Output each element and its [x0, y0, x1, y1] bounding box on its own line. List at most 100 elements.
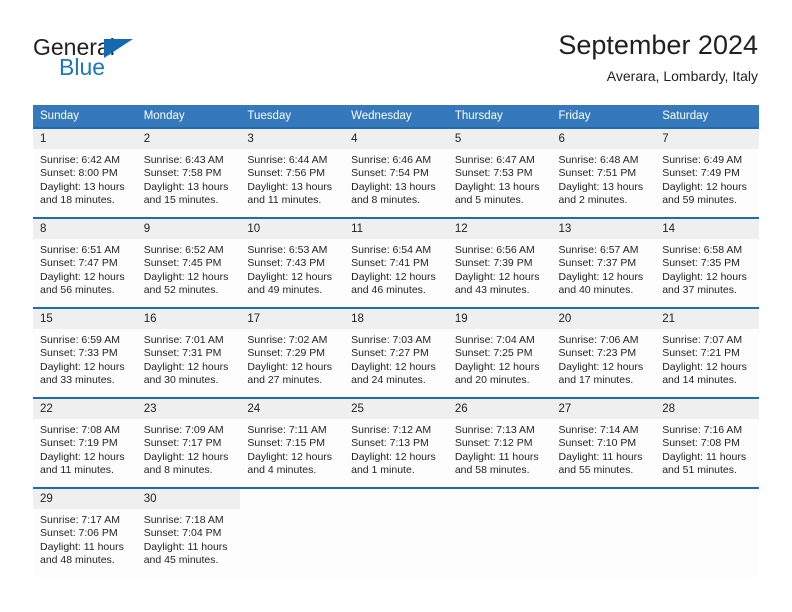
daylight-duration-line2: and 43 minutes.: [454, 284, 530, 297]
sunset-time: Sunset: 7:35 PM: [662, 257, 740, 270]
day-details: Sunrise: 6:46 AM Sunset: 7:54 PM Daylight:…: [344, 149, 448, 208]
daylight-duration-line1: Daylight: 13 hours: [558, 180, 644, 193]
calendar-day-cell[interactable]: 1 Sunrise: 6:42 AM Sunset: 8:00 PM Daylight…: [33, 127, 137, 218]
day-details: Sunrise: 7:04 AM Sunset: 7:25 PM Daylight:…: [448, 329, 552, 388]
calendar-day-cell[interactable]: 4 Sunrise: 6:46 AM Sunset: 7:54 PM Daylight…: [344, 127, 448, 218]
day-number: 21: [655, 309, 759, 329]
calendar-day-cell[interactable]: 16 Sunrise: 7:01 AM Sunset: 7:31 PM Dayligh…: [136, 307, 241, 398]
calendar-page: General Blue September 2024 Averara, Lom…: [0, 0, 792, 612]
daylight-duration-line1: Daylight: 13 hours: [454, 180, 540, 193]
calendar-day-cell[interactable]: 28 Sunrise: 7:16 AM Sunset: 7:08 PM Dayligh…: [655, 397, 759, 488]
calendar-day-cell[interactable]: 27 Sunrise: 7:14 AM Sunset: 7:10 PM Dayligh…: [551, 397, 656, 488]
daylight-duration-line2: and 40 minutes.: [558, 284, 634, 297]
weekday-header-row: Sunday Monday Tuesday Wednesday Thursday…: [33, 105, 759, 128]
calendar-day-cell[interactable]: 12 Sunrise: 6:56 AM Sunset: 7:39 PM Dayligh…: [447, 217, 552, 308]
sunrise-time: Sunrise: 7:04 AM: [454, 334, 535, 346]
calendar-day-cell[interactable]: 29 Sunrise: 7:17 AM Sunset: 7:06 PM Dayligh…: [33, 487, 137, 577]
daylight-duration-line1: Daylight: 13 hours: [247, 180, 333, 193]
calendar-day-cell[interactable]: 21 Sunrise: 7:07 AM Sunset: 7:21 PM Dayligh…: [655, 307, 759, 398]
day-number: 6: [551, 129, 656, 149]
daylight-duration-line1: Daylight: 12 hours: [247, 450, 333, 463]
sunset-time: Sunset: 7:06 PM: [40, 527, 118, 540]
weekday-header-saturday: Saturday: [655, 105, 759, 128]
sunrise-time: Sunrise: 7:12 AM: [351, 424, 432, 436]
calendar-day-cell[interactable]: 30 Sunrise: 7:18 AM Sunset: 7:04 PM Dayligh…: [136, 487, 241, 577]
sunset-time: Sunset: 7:41 PM: [351, 257, 429, 270]
calendar-day-cell[interactable]: 5 Sunrise: 6:47 AM Sunset: 7:53 PM Daylight…: [447, 127, 552, 218]
calendar-day-cell[interactable]: 24 Sunrise: 7:11 AM Sunset: 7:15 PM Dayligh…: [240, 397, 345, 488]
brand-logo[interactable]: General Blue: [33, 34, 243, 84]
daylight-duration-line1: Daylight: 11 hours: [662, 450, 747, 463]
calendar-day-cell[interactable]: 11 Sunrise: 6:54 AM Sunset: 7:41 PM Dayligh…: [344, 217, 448, 308]
sunset-time: Sunset: 7:51 PM: [558, 167, 637, 180]
calendar-day-cell[interactable]: 10 Sunrise: 6:53 AM Sunset: 7:43 PM Dayligh…: [240, 217, 345, 308]
calendar-day-cell-empty: [240, 487, 345, 577]
day-number: [552, 489, 656, 497]
calendar-week-row: 1 Sunrise: 6:42 AM Sunset: 8:00 PM Daylight…: [33, 127, 759, 218]
calendar-day-cell[interactable]: 7 Sunrise: 6:49 AM Sunset: 7:49 PM Daylight…: [655, 127, 759, 218]
daylight-duration-line1: Daylight: 13 hours: [143, 180, 229, 193]
calendar-week-row: 29 Sunrise: 7:17 AM Sunset: 7:06 PM Dayligh…: [33, 487, 759, 577]
weekday-header-sunday: Sunday: [33, 105, 137, 128]
day-number: 2: [136, 129, 241, 149]
sunrise-time: Sunrise: 7:06 AM: [558, 334, 639, 346]
sunrise-time: Sunrise: 6:56 AM: [454, 244, 535, 256]
day-number: [240, 489, 344, 497]
calendar-day-cell[interactable]: 26 Sunrise: 7:13 AM Sunset: 7:12 PM Dayligh…: [447, 397, 552, 488]
day-number: 23: [136, 399, 241, 419]
day-details: Sunrise: 6:53 AM Sunset: 7:43 PM Daylight:…: [240, 239, 344, 298]
day-number: 13: [551, 219, 656, 239]
calendar-day-cell[interactable]: 6 Sunrise: 6:48 AM Sunset: 7:51 PM Daylight…: [551, 127, 656, 218]
calendar-day-cell[interactable]: 17 Sunrise: 7:02 AM Sunset: 7:29 PM Dayligh…: [240, 307, 345, 398]
sunset-time: Sunset: 7:27 PM: [351, 347, 429, 360]
daylight-duration-line1: Daylight: 12 hours: [143, 360, 229, 373]
daylight-duration-line2: and 33 minutes.: [40, 374, 115, 387]
calendar-day-cell[interactable]: 2 Sunrise: 6:43 AM Sunset: 7:58 PM Daylight…: [136, 127, 241, 218]
calendar-day-cell[interactable]: 20 Sunrise: 7:06 AM Sunset: 7:23 PM Dayligh…: [551, 307, 656, 398]
daylight-duration-line1: Daylight: 11 hours: [40, 540, 124, 553]
daylight-duration-line1: Daylight: 13 hours: [40, 180, 125, 193]
day-number: [448, 489, 552, 497]
calendar-day-cell[interactable]: 8 Sunrise: 6:51 AM Sunset: 7:47 PM Daylight…: [33, 217, 137, 308]
sunrise-time: Sunrise: 6:46 AM: [351, 154, 432, 166]
calendar-day-cell[interactable]: 22 Sunrise: 7:08 AM Sunset: 7:19 PM Dayligh…: [33, 397, 137, 488]
weekday-header-wednesday: Wednesday: [344, 105, 448, 128]
day-number: 15: [33, 309, 137, 329]
calendar-day-cell[interactable]: 23 Sunrise: 7:09 AM Sunset: 7:17 PM Dayligh…: [136, 397, 241, 488]
daylight-duration-line2: and 1 minute.: [351, 464, 415, 477]
sunrise-time: Sunrise: 6:49 AM: [662, 154, 743, 166]
calendar-day-cell[interactable]: 19 Sunrise: 7:04 AM Sunset: 7:25 PM Dayligh…: [447, 307, 552, 398]
day-number: 4: [344, 129, 448, 149]
day-details: Sunrise: 7:18 AM Sunset: 7:04 PM Daylight:…: [137, 509, 241, 568]
daylight-duration-line2: and 17 minutes.: [558, 374, 634, 387]
calendar-day-cell[interactable]: 13 Sunrise: 6:57 AM Sunset: 7:37 PM Dayligh…: [551, 217, 656, 308]
sunset-time: Sunset: 7:53 PM: [454, 167, 533, 180]
sunrise-time: Sunrise: 6:48 AM: [558, 154, 639, 166]
daylight-duration-line2: and 18 minutes.: [40, 194, 115, 207]
daylight-duration-line1: Daylight: 12 hours: [351, 360, 436, 373]
sunrise-time: Sunrise: 6:58 AM: [662, 244, 743, 256]
calendar-day-cell[interactable]: 14 Sunrise: 6:58 AM Sunset: 7:35 PM Dayligh…: [655, 217, 759, 308]
daylight-duration-line1: Daylight: 12 hours: [454, 360, 540, 373]
daylight-duration-line2: and 52 minutes.: [143, 284, 219, 297]
sunset-time: Sunset: 7:56 PM: [247, 167, 326, 180]
calendar-day-cell[interactable]: 25 Sunrise: 7:12 AM Sunset: 7:13 PM Dayligh…: [344, 397, 448, 488]
day-details: Sunrise: 7:01 AM Sunset: 7:31 PM Daylight:…: [137, 329, 241, 388]
sunrise-time: Sunrise: 6:47 AM: [454, 154, 535, 166]
day-number: 20: [551, 309, 656, 329]
daylight-duration-line1: Daylight: 12 hours: [558, 360, 644, 373]
calendar-day-cell[interactable]: 18 Sunrise: 7:03 AM Sunset: 7:27 PM Dayligh…: [344, 307, 448, 398]
sunset-time: Sunset: 7:17 PM: [143, 437, 222, 450]
sunrise-time: Sunrise: 6:51 AM: [40, 244, 120, 256]
calendar-day-cell[interactable]: 9 Sunrise: 6:52 AM Sunset: 7:45 PM Daylight…: [136, 217, 241, 308]
calendar-day-cell[interactable]: 3 Sunrise: 6:44 AM Sunset: 7:56 PM Daylight…: [240, 127, 345, 218]
day-number: 3: [240, 129, 345, 149]
day-number: 14: [655, 219, 759, 239]
sunrise-time: Sunrise: 7:03 AM: [351, 334, 432, 346]
sunrise-time: Sunrise: 7:11 AM: [247, 424, 327, 436]
calendar-day-cell[interactable]: 15 Sunrise: 6:59 AM Sunset: 7:33 PM Dayligh…: [33, 307, 137, 398]
day-number: 16: [136, 309, 241, 329]
day-details: Sunrise: 6:43 AM Sunset: 7:58 PM Daylight:…: [137, 149, 241, 208]
weekday-header-friday: Friday: [551, 105, 656, 128]
location-subtitle: Averara, Lombardy, Italy: [606, 68, 758, 84]
